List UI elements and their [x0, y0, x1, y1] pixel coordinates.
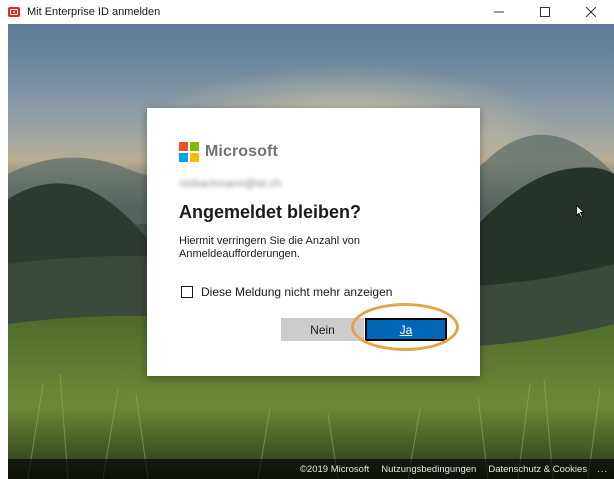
minimize-button[interactable]	[476, 0, 522, 24]
microsoft-logo: Microsoft	[179, 142, 278, 162]
mouse-cursor-icon	[576, 205, 585, 218]
privacy-cookies-link[interactable]: Datenschutz & Cookies	[488, 464, 587, 475]
terms-link[interactable]: Nutzungsbedingungen	[381, 464, 476, 475]
title-bar: Mit Enterprise ID anmelden	[0, 0, 614, 24]
dont-show-again-checkbox[interactable]	[181, 286, 193, 298]
yes-button[interactable]: Ja	[365, 318, 447, 341]
minimize-icon	[494, 11, 504, 13]
window-controls	[476, 0, 614, 24]
brand-name: Microsoft	[205, 143, 278, 160]
close-button[interactable]	[568, 0, 614, 24]
maximize-icon	[540, 7, 550, 17]
stay-signed-in-dialog: Microsoft nicbachmann@ist.ch Angemeldet …	[147, 108, 480, 376]
more-options-icon[interactable]: ...	[597, 464, 608, 475]
dialog-description: Hiermit verringern Sie die Anzahl von An…	[179, 235, 360, 260]
copyright-text: ©2019 Microsoft	[299, 463, 370, 475]
maximize-button[interactable]	[522, 0, 568, 24]
window-title: Mit Enterprise ID anmelden	[27, 6, 161, 18]
app-window: Mit Enterprise ID anmelden Microsoft nic…	[0, 0, 614, 479]
microsoft-logo-icon	[179, 142, 199, 162]
dont-show-again-option[interactable]: Diese Meldung nicht mehr anzeigen	[181, 285, 392, 299]
footer-bar: ©2019 Microsoft Nutzungsbedingungen Date…	[8, 459, 614, 479]
app-icon	[8, 7, 20, 17]
close-icon	[586, 7, 596, 17]
dont-show-again-label: Diese Meldung nicht mehr anzeigen	[201, 285, 393, 299]
account-email: nicbachmann@ist.ch	[179, 178, 282, 190]
dialog-heading: Angemeldet bleiben?	[179, 202, 362, 222]
no-button[interactable]: Nein	[281, 318, 364, 341]
